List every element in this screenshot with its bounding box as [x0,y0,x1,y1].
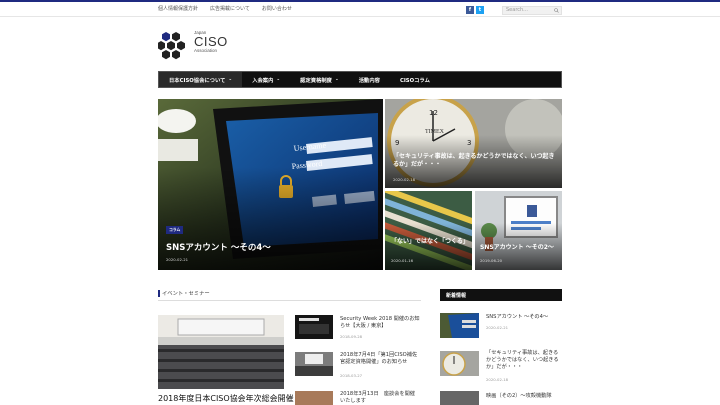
sidebar-thumb-1[interactable] [440,313,479,338]
sidebar-item-2-title[interactable]: 「セキュリティ事故は、起きるかどうかではなく、いつ起きるか」だが・・・ [486,350,562,371]
event-thumb-1[interactable] [295,315,333,339]
conference-room-image [158,315,284,389]
event-item-3-title[interactable]: 2018年3月13日 座談会を開催いたします [340,391,420,405]
featured-main-date: 2020-02-21 [166,257,189,262]
sidebar-heading-label: 新着情報 [446,293,467,299]
nav-item-activities[interactable]: 活動内容 [349,72,390,87]
featured-bottom-left-title[interactable]: 「ない」ではなく「つくる」 [391,238,469,246]
featured-top-right-title[interactable]: 「セキュリティ事故は、起きるかどうかではなく、いつ起きるか」だが・・・ [393,153,558,169]
nav-label: 入会案内 [252,77,274,84]
event-item-2-date: 2018-03-27 [340,373,363,378]
sidebar-item-1-title[interactable]: SNSアカウント 〜その4〜 [486,314,562,321]
featured-bottom-left[interactable]: 「ない」ではなく「つくる」 2020-01-16 [385,191,472,270]
nav-label: 活動内容 [358,77,380,84]
security-week-image [295,315,333,339]
featured-bottom-right-date: 2019-06-20 [480,258,503,263]
logo-line2: CISO [194,34,228,49]
nav-item-about[interactable]: 日本CISO協会について ⌄ [159,72,243,87]
sidebar-thumb-2[interactable] [440,351,479,376]
event-main-image[interactable] [158,315,284,389]
featured-top-right[interactable]: TIMEX 12 3 9 「セキュリティ事故は、起きるかどうかではなく、いつ起き… [385,99,562,188]
twitter-glyph: t [478,7,482,13]
chevron-down-icon: ⌄ [228,77,233,82]
event-thumb-3[interactable] [295,391,333,405]
sidebar-item-1-date: 2020-02-21 [486,325,509,330]
event-item-2-title[interactable]: 2018年7月4日「第1回CISO補佐官認定資格開催」のお知らせ [340,352,420,366]
twitter-icon[interactable]: t [476,6,484,14]
sidebar-item-3-title[interactable]: 映画（その2）〜攻殻機動隊 [486,393,562,400]
search-icon[interactable] [554,8,559,13]
featured-bottom-right-title[interactable]: SNSアカウント 〜その2〜 [480,244,560,252]
clock-thumb-image [440,351,479,376]
logo-text: Japan CISO Association [194,30,228,53]
search-placeholder: Search... [506,7,528,13]
sidebar-heading: 新着情報 [440,289,562,301]
site-logo[interactable]: Japan CISO Association [158,30,238,62]
hexagon-logo-icon [158,32,185,60]
sidebar-thumb-3[interactable] [440,391,479,405]
nav-label: CISOコラム [399,77,430,84]
event-thumb-2[interactable] [295,352,333,376]
featured-bottom-left-date: 2020-01-16 [391,258,414,263]
login-screen-image [440,313,479,338]
top-bar: 個人情報保護方針 広告掲載について お問い合わせ f t Search... [0,0,720,17]
facebook-icon[interactable]: f [466,6,474,14]
events-heading-label: イベント・セミナー [162,291,210,297]
top-link-contact[interactable]: お問い合わせ [262,5,292,12]
event-item-1-title[interactable]: Security Week 2018 開催のお知らせ【大阪 / 東京】 [340,316,420,330]
featured-main-overlay [158,167,383,270]
nav-item-certification[interactable]: 認定資格制度 ⌄ [290,72,349,87]
event-main-title[interactable]: 2018年度日本CISO協会年次総会開催 [158,393,294,404]
seminar-image [295,352,333,376]
featured-main-title[interactable]: SNSアカウント 〜その4〜 [166,241,271,253]
featured-top-right-date: 2020-02-18 [393,177,416,182]
top-link-privacy[interactable]: 個人情報保護方針 [158,5,198,12]
featured-bottom-right[interactable]: SNSアカウント 〜その2〜 2019-06-20 [475,191,562,270]
svg-text:12: 12 [429,109,438,117]
search-input[interactable]: Search... [502,6,562,15]
nav-label: 認定資格制度 [300,77,332,84]
top-link-ads[interactable]: 広告掲載について [210,5,250,12]
nav-label: 日本CISO協会について [169,77,226,84]
social-links: f t [466,6,484,14]
events-heading: イベント・セミナー [158,289,421,301]
nav-item-membership[interactable]: 入会案内 ⌄ [242,72,290,87]
main-nav: 日本CISO協会について ⌄ 入会案内 ⌄ 認定資格制度 ⌄ 活動内容 CISOコラム [158,71,562,88]
featured-main[interactable]: Username Password コラム SNSアカウント 〜その4〜 202… [158,99,383,270]
chevron-down-icon: ⌄ [334,77,339,82]
category-badge[interactable]: コラム [166,226,184,234]
event-item-1-date: 2018-09-28 [340,334,363,339]
sidebar-item-2-date: 2020-02-18 [486,377,509,382]
nav-item-column[interactable]: CISOコラム [390,72,440,87]
facebook-glyph: f [468,7,472,13]
top-links: 個人情報保護方針 広告掲載について お問い合わせ [158,5,292,12]
chevron-down-icon: ⌄ [276,77,281,82]
